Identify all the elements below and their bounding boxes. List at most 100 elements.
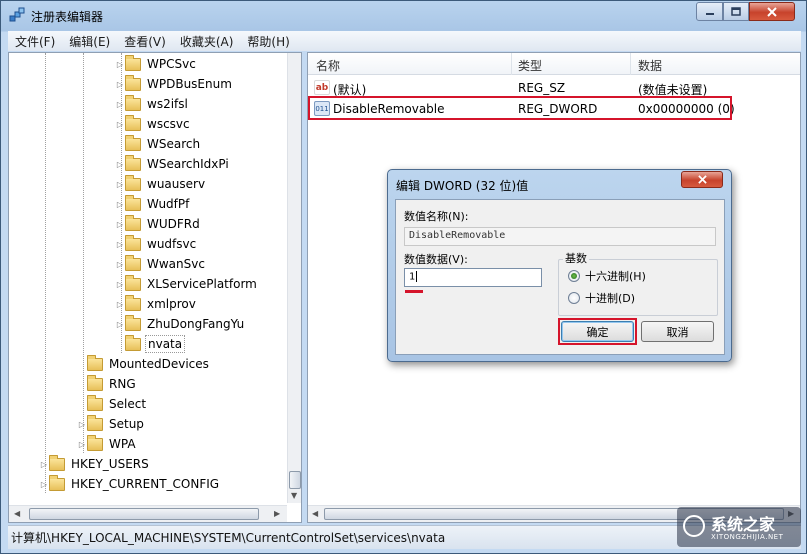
key-tree-pane[interactable]: ▷ WPCSvc ▷ WPDBusEnum ▷ ws2ifsl ▷ wscsvc WSe…: [8, 52, 302, 523]
list-row-disableremovable[interactable]: 011 DisableRemovable REG_DWORD 0x0000000…: [308, 99, 800, 119]
expand-arrow-icon[interactable]: ▷: [115, 160, 125, 169]
cancel-button[interactable]: 取消: [641, 321, 714, 342]
expand-arrow-icon[interactable]: ▷: [115, 260, 125, 269]
menu-help[interactable]: 帮助(H): [240, 33, 296, 50]
folder-icon: [125, 254, 141, 271]
ok-button[interactable]: 确定: [561, 321, 634, 342]
expand-arrow-icon[interactable]: ▷: [115, 240, 125, 249]
close-button[interactable]: [749, 2, 795, 21]
maximize-button[interactable]: [723, 2, 749, 21]
tree-item[interactable]: ▷ XLServicePlatform: [115, 274, 259, 294]
tree-item[interactable]: ▷ wscsvc: [115, 114, 192, 134]
value-data-input[interactable]: 1: [404, 268, 542, 287]
menu-view[interactable]: 查看(V): [117, 33, 173, 50]
value-data-text: 1: [409, 271, 416, 283]
folder-icon: [125, 154, 141, 171]
expand-arrow-icon[interactable]: ▷: [115, 300, 125, 309]
list-row[interactable]: ab (默认) REG_SZ (数值未设置): [308, 78, 800, 98]
minimize-button[interactable]: [696, 2, 723, 21]
tree-item[interactable]: ▷ WudfPf: [115, 194, 191, 214]
column-divider[interactable]: [630, 53, 631, 75]
column-header-data[interactable]: 数据: [638, 57, 662, 74]
tree-item[interactable]: ▷ Setup: [77, 414, 146, 434]
scroll-down-icon[interactable]: ▼: [291, 491, 297, 500]
tree-item[interactable]: ▷ xmlprov: [115, 294, 198, 314]
folder-icon: [125, 274, 141, 291]
tree-item-label: Setup: [109, 417, 144, 431]
edit-dword-dialog: 编辑 DWORD (32 位)值 数值名称(N): DisableRemovab…: [387, 169, 732, 362]
expand-arrow-icon[interactable]: ▷: [115, 220, 125, 229]
dialog-close-button[interactable]: [681, 171, 723, 188]
tree-item-label: wudfsvc: [147, 237, 197, 251]
scroll-thumb[interactable]: [29, 508, 259, 520]
tree-item[interactable]: ▷ wudfsvc: [115, 234, 198, 254]
tree-item[interactable]: ▷ ws2ifsl: [115, 94, 190, 114]
tree-item[interactable]: ▷ WPCSvc: [115, 54, 198, 74]
scroll-left-icon[interactable]: ◀: [14, 509, 20, 518]
menu-edit[interactable]: 编辑(E): [62, 33, 117, 50]
tree-item[interactable]: MountedDevices: [77, 354, 211, 374]
column-header-name[interactable]: 名称: [316, 57, 340, 74]
radio-decimal[interactable]: 十进制(D): [568, 290, 635, 306]
column-header-type[interactable]: 类型: [518, 57, 542, 74]
tree-vertical-scrollbar[interactable]: ▼: [287, 53, 301, 503]
expand-arrow-icon[interactable]: ▷: [115, 180, 125, 189]
value-name: (默认): [333, 83, 367, 97]
watermark-icon: [683, 515, 705, 537]
text-caret: [416, 271, 418, 282]
expand-arrow-icon[interactable]: ▷: [77, 440, 87, 449]
scroll-left-icon[interactable]: ◀: [312, 509, 318, 518]
close-icon: [767, 6, 777, 17]
tree-item[interactable]: ▷ ZhuDongFangYu: [115, 314, 246, 334]
menu-file[interactable]: 文件(F): [8, 33, 62, 50]
expand-arrow-icon[interactable]: ▷: [115, 320, 125, 329]
menu-favorites[interactable]: 收藏夹(A): [173, 33, 241, 50]
folder-icon: [49, 454, 65, 471]
scroll-right-icon[interactable]: ▶: [274, 509, 280, 518]
value-name-label: 数值名称(N):: [404, 210, 469, 223]
tree-item[interactable]: Select: [77, 394, 148, 414]
window-title: 注册表编辑器: [31, 10, 104, 24]
expand-arrow-icon[interactable]: ▷: [115, 100, 125, 109]
column-divider[interactable]: [511, 53, 512, 75]
tree-item[interactable]: ▷ wuauserv: [115, 174, 207, 194]
value-data-label: 数值数据(V):: [404, 253, 468, 266]
status-path: 计算机\HKEY_LOCAL_MACHINE\SYSTEM\CurrentCon…: [11, 531, 446, 545]
title-bar[interactable]: 注册表编辑器: [1, 1, 806, 31]
tree-item[interactable]: ▷ WSearchIdxPi: [115, 154, 231, 174]
scroll-thumb[interactable]: [289, 471, 301, 489]
tree-item-nvata[interactable]: nvata: [115, 334, 186, 354]
tree-item[interactable]: WSearch: [115, 134, 202, 154]
folder-icon: [125, 334, 141, 351]
expand-arrow-icon[interactable]: ▷: [115, 60, 125, 69]
expand-arrow-icon[interactable]: ▷: [39, 480, 49, 489]
tree-item[interactable]: ▷ WwanSvc: [115, 254, 207, 274]
tree-item[interactable]: ▷ HKEY_CURRENT_CONFIG: [39, 474, 221, 494]
tree-item-label: WPDBusEnum: [147, 77, 232, 91]
radio-unselected-icon[interactable]: [568, 292, 580, 304]
tree-item[interactable]: ▷ HKEY_USERS: [39, 454, 151, 474]
expand-arrow-icon[interactable]: ▷: [115, 200, 125, 209]
radio-hexadecimal[interactable]: 十六进制(H): [568, 268, 646, 284]
tree-item[interactable]: ▷ WUDFRd: [115, 214, 202, 234]
tree-item[interactable]: ▷ WPDBusEnum: [115, 74, 234, 94]
watermark-url: XITONGZHIJIA.NET: [711, 533, 784, 541]
value-data: (数值未设置): [638, 83, 708, 97]
tree-item-label: WUDFRd: [147, 217, 200, 231]
folder-icon: [125, 134, 141, 151]
tree-item[interactable]: ▷ WPA: [77, 434, 138, 454]
tree-guide-line: [45, 53, 46, 493]
folder-icon: [87, 414, 103, 431]
tree-item[interactable]: RNG: [77, 374, 138, 394]
radio-selected-icon[interactable]: [568, 270, 580, 282]
tree-item-label: RNG: [109, 377, 136, 391]
tree-item-label: XLServicePlatform: [147, 277, 257, 291]
expand-arrow-icon[interactable]: ▷: [39, 460, 49, 469]
expand-arrow-icon[interactable]: ▷: [115, 280, 125, 289]
watermark-logo: 系统之家 XITONGZHIJIA.NET: [677, 507, 801, 547]
expand-arrow-icon[interactable]: ▷: [115, 120, 125, 129]
expand-arrow-icon[interactable]: ▷: [77, 420, 87, 429]
tree-horizontal-scrollbar[interactable]: ◀ ▶: [9, 505, 287, 522]
expand-arrow-icon[interactable]: ▷: [115, 80, 125, 89]
maximize-icon: [731, 7, 741, 16]
